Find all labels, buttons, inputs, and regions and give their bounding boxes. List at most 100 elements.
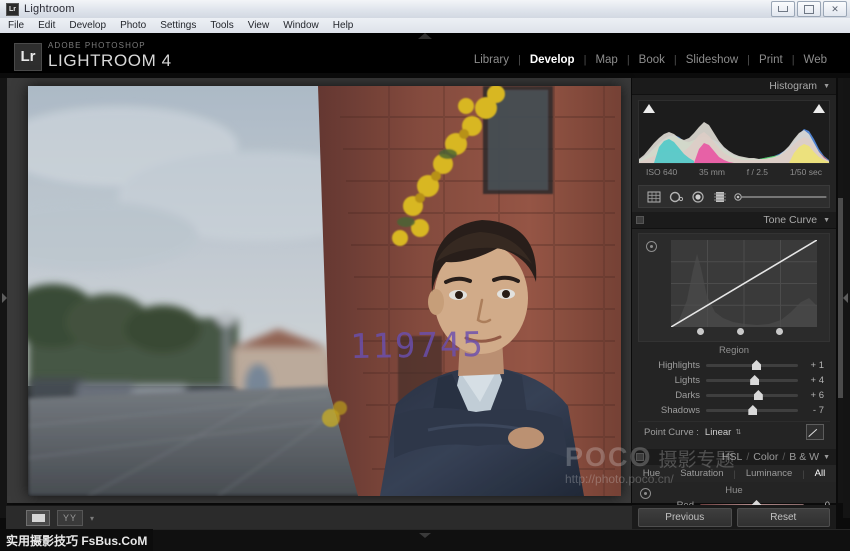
right-panel-collapse-arrow[interactable] <box>843 293 848 303</box>
loupe-view-button[interactable] <box>26 510 50 526</box>
histogram-chart[interactable] <box>638 100 830 164</box>
exif-shutter-speed: 1/50 sec <box>789 167 822 177</box>
slider-knob[interactable] <box>750 375 760 385</box>
red-eye-tool-icon[interactable] <box>690 190 705 203</box>
menu-file[interactable]: File <box>8 20 24 31</box>
split-point-midtones[interactable] <box>736 328 744 335</box>
highlights-value: + 1 <box>810 360 824 371</box>
photo-frame: 119745 <box>28 86 621 496</box>
graduated-filter-tool-icon[interactable] <box>712 190 727 203</box>
maximize-button[interactable] <box>797 1 821 17</box>
region-label: Region <box>718 345 750 356</box>
hsl-target-adjustment-tool-icon[interactable] <box>640 488 651 499</box>
chevron-down-icon[interactable]: ▼ <box>823 454 830 461</box>
tone-curve-chart[interactable] <box>638 233 830 342</box>
chevron-down-icon[interactable]: ▼ <box>823 83 830 90</box>
adjustment-brush-tool-icon[interactable] <box>734 190 829 203</box>
hsl-title-hsl[interactable]: HSL <box>722 451 742 463</box>
lightroom-window: Lr Lightroom ✕ File Edit Develop Photo S… <box>0 0 850 551</box>
hsl-slash: / <box>746 451 750 463</box>
highlights-label: Highlights <box>658 360 700 371</box>
shadows-slider[interactable] <box>706 405 798 415</box>
maximize-icon <box>804 4 814 14</box>
photo-watermark-number: 119745 <box>349 324 486 368</box>
hsl-tab-luminance[interactable]: Luminance <box>736 468 802 479</box>
tone-curve-split-points <box>671 328 817 336</box>
slider-knob[interactable] <box>753 390 763 400</box>
reset-button[interactable]: Reset <box>736 507 830 527</box>
module-develop[interactable]: Develop <box>521 54 584 66</box>
brand-product-line: ADOBE PHOTOSHOP <box>48 41 146 50</box>
top-panel-toggle-arrow[interactable] <box>418 33 432 39</box>
tone-curve-panel-switch-icon[interactable] <box>636 216 644 224</box>
histogram-header[interactable]: Histogram ▼ <box>632 78 836 95</box>
point-curve-label: Point Curve : <box>644 426 699 438</box>
point-curve-value[interactable]: Linear <box>705 427 731 438</box>
slider-row-darks: Darks + 6 <box>638 388 830 403</box>
develop-action-buttons: Previous Reset <box>632 505 836 529</box>
menu-tools[interactable]: Tools <box>210 20 233 31</box>
hsl-title-bw[interactable]: B & W <box>789 451 819 463</box>
previous-button[interactable]: Previous <box>638 507 732 527</box>
split-point-highlights[interactable] <box>776 328 784 335</box>
module-web[interactable]: Web <box>795 54 836 66</box>
lights-slider[interactable] <box>706 375 798 385</box>
histogram-title: Histogram <box>769 80 818 92</box>
module-picker: Library | Develop | Map | Book | Slidesh… <box>465 54 836 66</box>
toolbar-chevron-down-icon[interactable]: ▾ <box>90 514 94 523</box>
hsl-tab-hue[interactable]: Hue <box>633 468 670 479</box>
hsl-header[interactable]: HSL / Color / B & W ▼ <box>632 449 836 465</box>
minimize-icon <box>778 6 788 12</box>
loupe-icon <box>31 514 45 522</box>
menu-settings[interactable]: Settings <box>160 20 196 31</box>
point-curve-chevron-icon[interactable]: ⇅ <box>735 428 741 436</box>
menu-view[interactable]: View <box>248 20 270 31</box>
hsl-tab-saturation[interactable]: Saturation <box>670 468 733 479</box>
module-library[interactable]: Library <box>465 54 518 66</box>
fsbus-watermark-text: 实用摄影技巧 FsBus.CoM <box>6 533 148 548</box>
edit-point-curve-button[interactable] <box>806 424 824 440</box>
hsl-panel-switch-icon[interactable] <box>636 453 644 461</box>
target-adjustment-tool-icon[interactable] <box>646 241 657 252</box>
tone-curve-header[interactable]: Tone Curve ▼ <box>632 212 836 229</box>
menu-photo[interactable]: Photo <box>120 20 146 31</box>
photo-image[interactable] <box>28 86 621 496</box>
module-map[interactable]: Map <box>586 54 626 66</box>
menu-help[interactable]: Help <box>333 20 354 31</box>
close-icon: ✕ <box>831 3 839 14</box>
split-point-shadows[interactable] <box>697 328 705 335</box>
module-book[interactable]: Book <box>630 54 674 66</box>
menubar: File Edit Develop Photo Settings Tools V… <box>0 18 850 34</box>
slider-knob[interactable] <box>748 405 758 415</box>
module-slideshow[interactable]: Slideshow <box>677 54 747 66</box>
left-panel-expand-arrow[interactable] <box>2 293 7 303</box>
menu-edit[interactable]: Edit <box>38 20 55 31</box>
tone-curve-title: Tone Curve <box>763 214 818 226</box>
chevron-down-icon[interactable]: ▼ <box>823 217 830 224</box>
compare-view-button[interactable]: YY <box>57 510 83 526</box>
hsl-title-color[interactable]: Color <box>753 451 778 463</box>
menu-window[interactable]: Window <box>283 20 319 31</box>
highlight-clipping-indicator[interactable] <box>813 104 825 113</box>
scrollbar-thumb[interactable] <box>838 198 843 398</box>
slider-row-shadows: Shadows - 7 <box>638 403 830 418</box>
shadows-value: - 7 <box>812 405 824 416</box>
slider-knob[interactable] <box>752 360 761 370</box>
window-controls: ✕ <box>771 1 847 17</box>
darks-slider[interactable] <box>706 390 798 400</box>
brand-product-name: LIGHTROOM 4 <box>48 51 172 70</box>
menu-develop[interactable]: Develop <box>69 20 106 31</box>
shadow-clipping-indicator[interactable] <box>643 104 655 113</box>
right-panel-scrollbar[interactable] <box>838 78 843 503</box>
close-button[interactable]: ✕ <box>823 1 847 17</box>
highlights-slider[interactable] <box>706 360 798 370</box>
module-print[interactable]: Print <box>750 54 792 66</box>
shadows-label: Shadows <box>660 405 700 416</box>
minimize-button[interactable] <box>771 1 795 17</box>
hsl-tab-all[interactable]: All <box>805 468 836 479</box>
exif-strip: ISO 640 35 mm f / 2.5 1/50 sec <box>638 164 830 179</box>
crop-overlay-tool-icon[interactable] <box>646 190 661 203</box>
filmstrip-toggle-arrow[interactable] <box>419 533 431 538</box>
spot-removal-tool-icon[interactable] <box>668 190 683 203</box>
exif-aperture: f / 2.5 <box>746 167 769 177</box>
